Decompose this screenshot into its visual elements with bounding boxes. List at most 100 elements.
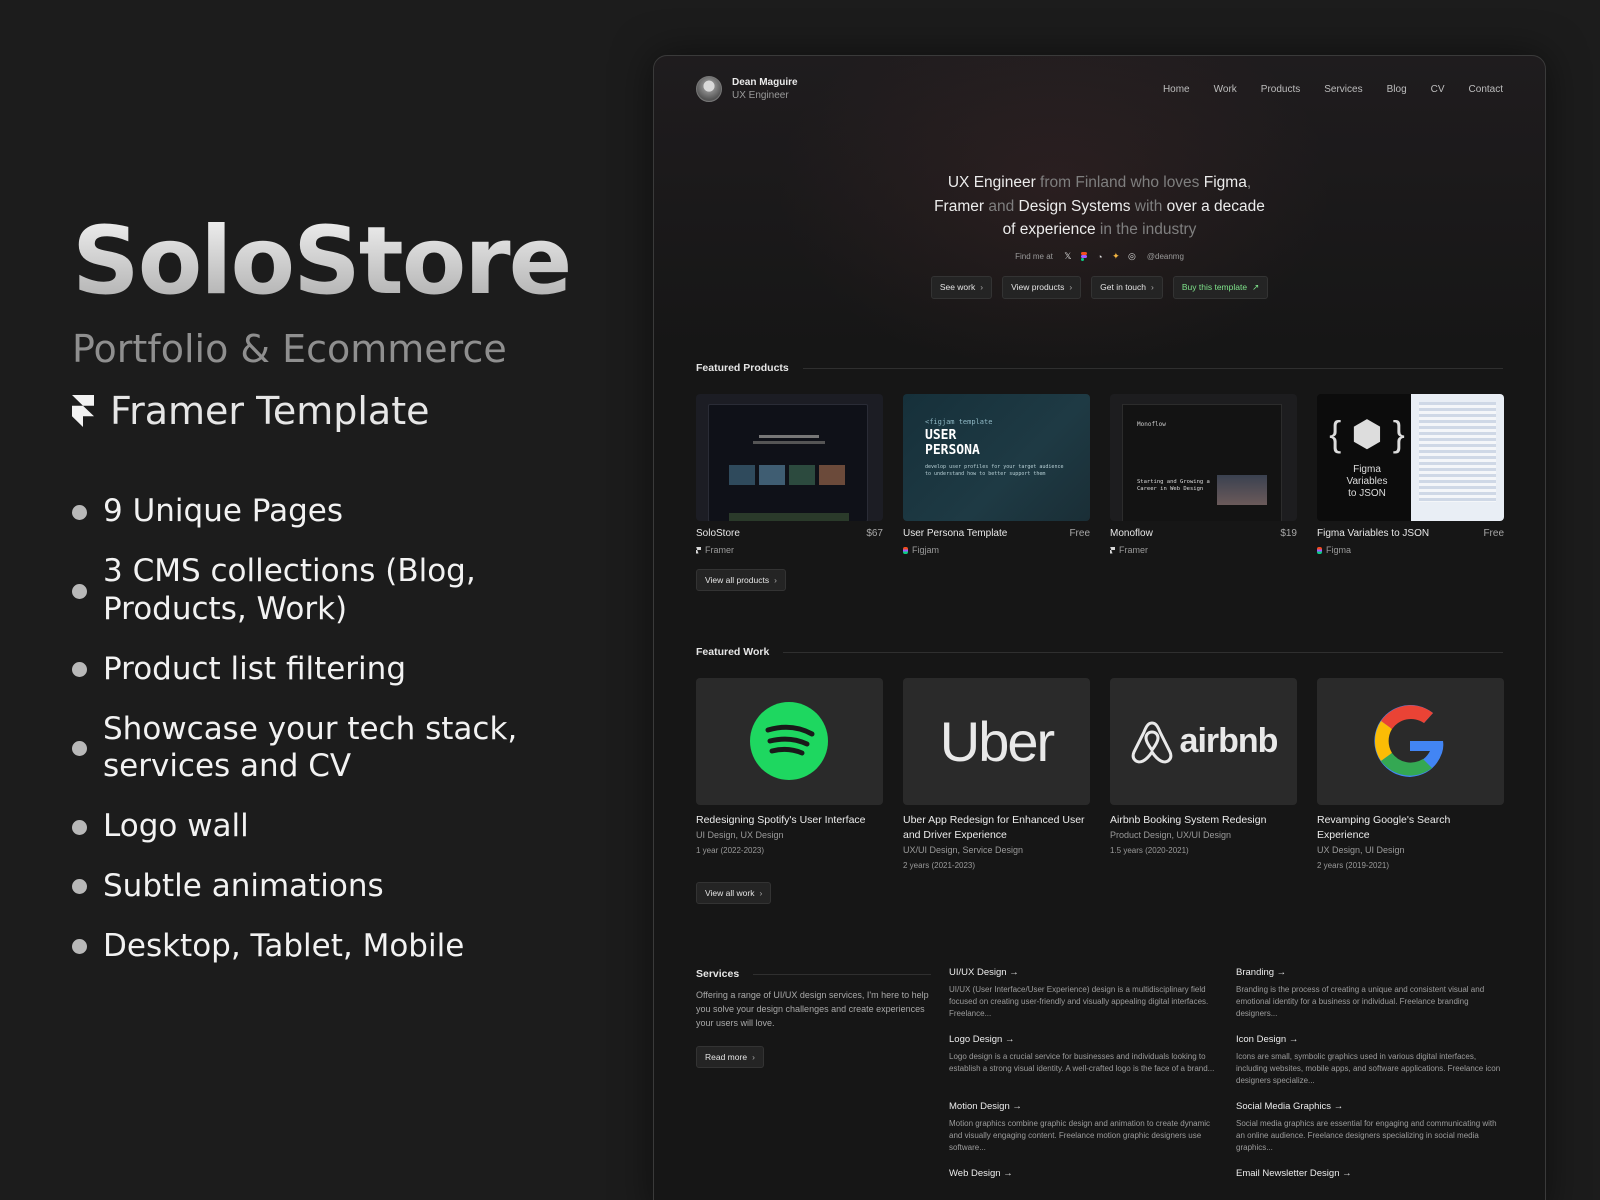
arrow-right-icon: → [1333,1101,1344,1112]
product-price: $67 [866,528,883,539]
feature-item: 9 Unique Pages [72,493,592,531]
product-card[interactable]: Monoflow Starting and Growing a Career in… [1110,394,1297,555]
feature-text: 3 CMS collections (Blog, Products, Work) [103,553,476,628]
nav-products[interactable]: Products [1261,84,1300,95]
threads-icon[interactable]: ◔ [1095,252,1105,262]
featured-work-header: Featured Work [696,646,1503,658]
nav-blog[interactable]: Blog [1387,84,1407,95]
avatar[interactable] [696,76,722,102]
service-item[interactable]: Motion Design → Motion graphics combine g… [949,1101,1219,1154]
service-item[interactable]: Logo Design → Logo design is a crucial se… [949,1034,1219,1087]
service-item[interactable]: UI/UX Design → UI/UX (User Interface/User… [949,967,1219,1020]
bullet-icon [72,583,87,599]
feature-text: 9 Unique Pages [103,493,343,530]
feature-item: Subtle animations [72,868,592,906]
chevron-right-icon: › [1069,282,1073,292]
product-grid: SoloStore $67 Framer <figjam template USE… [696,394,1505,555]
nav-services[interactable]: Services [1324,84,1362,95]
service-item[interactable]: Icon Design → Icons are small, symbolic g… [1236,1034,1506,1087]
hero-heading-line-1: UX Engineer from Finland who loves Figma… [947,174,1252,191]
product-card[interactable]: { ⬢ } Figma Variables to JSON Figma Variab… [1317,394,1504,555]
work-duration: 1.5 years (2020-2021) [1110,846,1189,856]
read-more-button[interactable]: Read more › [696,1046,764,1068]
view-all-products-button[interactable]: View all products › [696,569,786,591]
product-thumbnail [696,394,883,521]
product-price: $19 [1280,528,1297,539]
bullet-icon [72,939,87,955]
chevron-right-icon: › [980,282,984,292]
social-links: Find me at 𝕏 ◔ ✦ ◎ @deanmg [654,251,1545,262]
site-navbar: Dean Maguire UX Engineer Home Work Produ… [696,74,1503,104]
product-name: SoloStore [696,528,740,539]
airbnb-logo: airbnb [1179,722,1279,760]
hero: UX Engineer from Finland who loves Figma… [654,171,1545,299]
arrow-right-icon: → [1288,1034,1299,1045]
product-card[interactable]: <figjam template USER PERSONA develop use… [903,394,1090,555]
service-item[interactable]: Branding → Branding is the process of cre… [1236,967,1506,1020]
framer-icon [72,395,94,428]
thumb-text: Monoflow [1137,421,1166,428]
work-duration: 2 years (2019-2021) [1317,861,1390,871]
feature-text: Product list filtering [103,650,406,687]
arrow-right-icon: → [1009,967,1019,978]
chevron-right-icon: › [752,1052,755,1062]
feature-item: Logo wall [72,808,592,846]
chevron-right-icon: › [759,888,763,898]
work-card[interactable]: Uber Uber App Redesign for Enhanced User… [903,678,1090,870]
get-in-touch-button[interactable]: Get in touch › [1091,275,1163,299]
featured-products-header: Featured Products [696,362,1503,374]
uber-logo: Uber [939,710,1055,773]
arrow-right-icon: → [1342,1168,1352,1179]
hero-heading-line-2: Framer and Design Systems with over a de… [934,197,1265,215]
service-item[interactable]: Social Media Graphics → Social media grap… [1236,1101,1506,1154]
social-handle[interactable]: @deanmg [1147,252,1184,261]
service-item[interactable]: Email Newsletter Design → [1236,1168,1506,1185]
feature-item: Desktop, Tablet, Mobile [72,928,592,966]
figma-icon[interactable] [1079,252,1089,262]
work-card[interactable]: Redesigning Spotify's User Interface UI … [696,678,883,870]
product-card[interactable]: SoloStore $67 Framer [696,394,883,555]
service-item[interactable]: Web Design → [949,1168,1219,1185]
producthunt-icon[interactable]: ✦ [1111,251,1121,262]
x-icon[interactable]: 𝕏 [1063,251,1073,262]
feature-list: 9 Unique Pages 3 CMS collections (Blog, … [72,493,592,965]
feature-text: Showcase your tech stack, services and C… [103,710,518,785]
work-duration: 2 years (2021-2023) [903,861,976,871]
work-card[interactable]: Revamping Google's Search Experience UX … [1317,678,1504,870]
services-grid: UI/UX Design → UI/UX (User Interface/User… [949,967,1506,1185]
google-icon [1374,705,1444,777]
dribbble-icon[interactable]: ◎ [1127,251,1137,262]
hero-buttons: See work › View products › Get in touch › B… [654,275,1545,299]
feature-text: Subtle animations [103,868,384,905]
arrow-right-icon: → [1012,1101,1022,1112]
work-card[interactable]: airbnb Airbnb Booking System Redesign Pr… [1110,678,1297,870]
services-description: Offering a range of UI/UX design service… [696,990,929,1028]
product-tool: Figjam [912,545,940,555]
nav-cv[interactable]: CV [1431,84,1445,95]
site-preview-window: Dean Maguire UX Engineer Home Work Produ… [653,55,1546,1200]
buy-template-button[interactable]: Buy this template ↗ [1172,275,1269,299]
view-products-button[interactable]: View products › [1002,275,1082,299]
bullet-icon [72,879,87,895]
work-title: Redesigning Spotify's User Interface [696,814,866,826]
nav-contact[interactable]: Contact [1469,84,1503,95]
nav-links: Home Work Products Services Blog CV Cont… [1163,84,1503,95]
work-grid: Redesigning Spotify's User Interface UI … [696,678,1505,870]
feature-text: Logo wall [103,808,249,845]
owner-name: Dean Maguire [732,77,798,88]
promo-subtitle: Portfolio & Ecommerce [72,327,507,372]
services-title: Services [696,968,740,980]
see-work-button[interactable]: See work › [930,275,993,299]
feature-item: Product list filtering [72,651,592,689]
airbnb-logo-tile: airbnb [1110,678,1297,805]
nav-home[interactable]: Home [1163,84,1190,95]
view-all-work-button[interactable]: View all work › [696,882,772,904]
bullet-icon [72,662,87,678]
work-tags: UX Design, UI Design [1317,845,1405,856]
spotify-icon [750,702,828,780]
nav-work[interactable]: Work [1214,84,1237,95]
product-tool: Figma [1326,545,1352,555]
framer-template-label: Framer Template [72,389,592,433]
chevron-right-icon: › [774,575,777,585]
bullet-icon [72,819,87,835]
